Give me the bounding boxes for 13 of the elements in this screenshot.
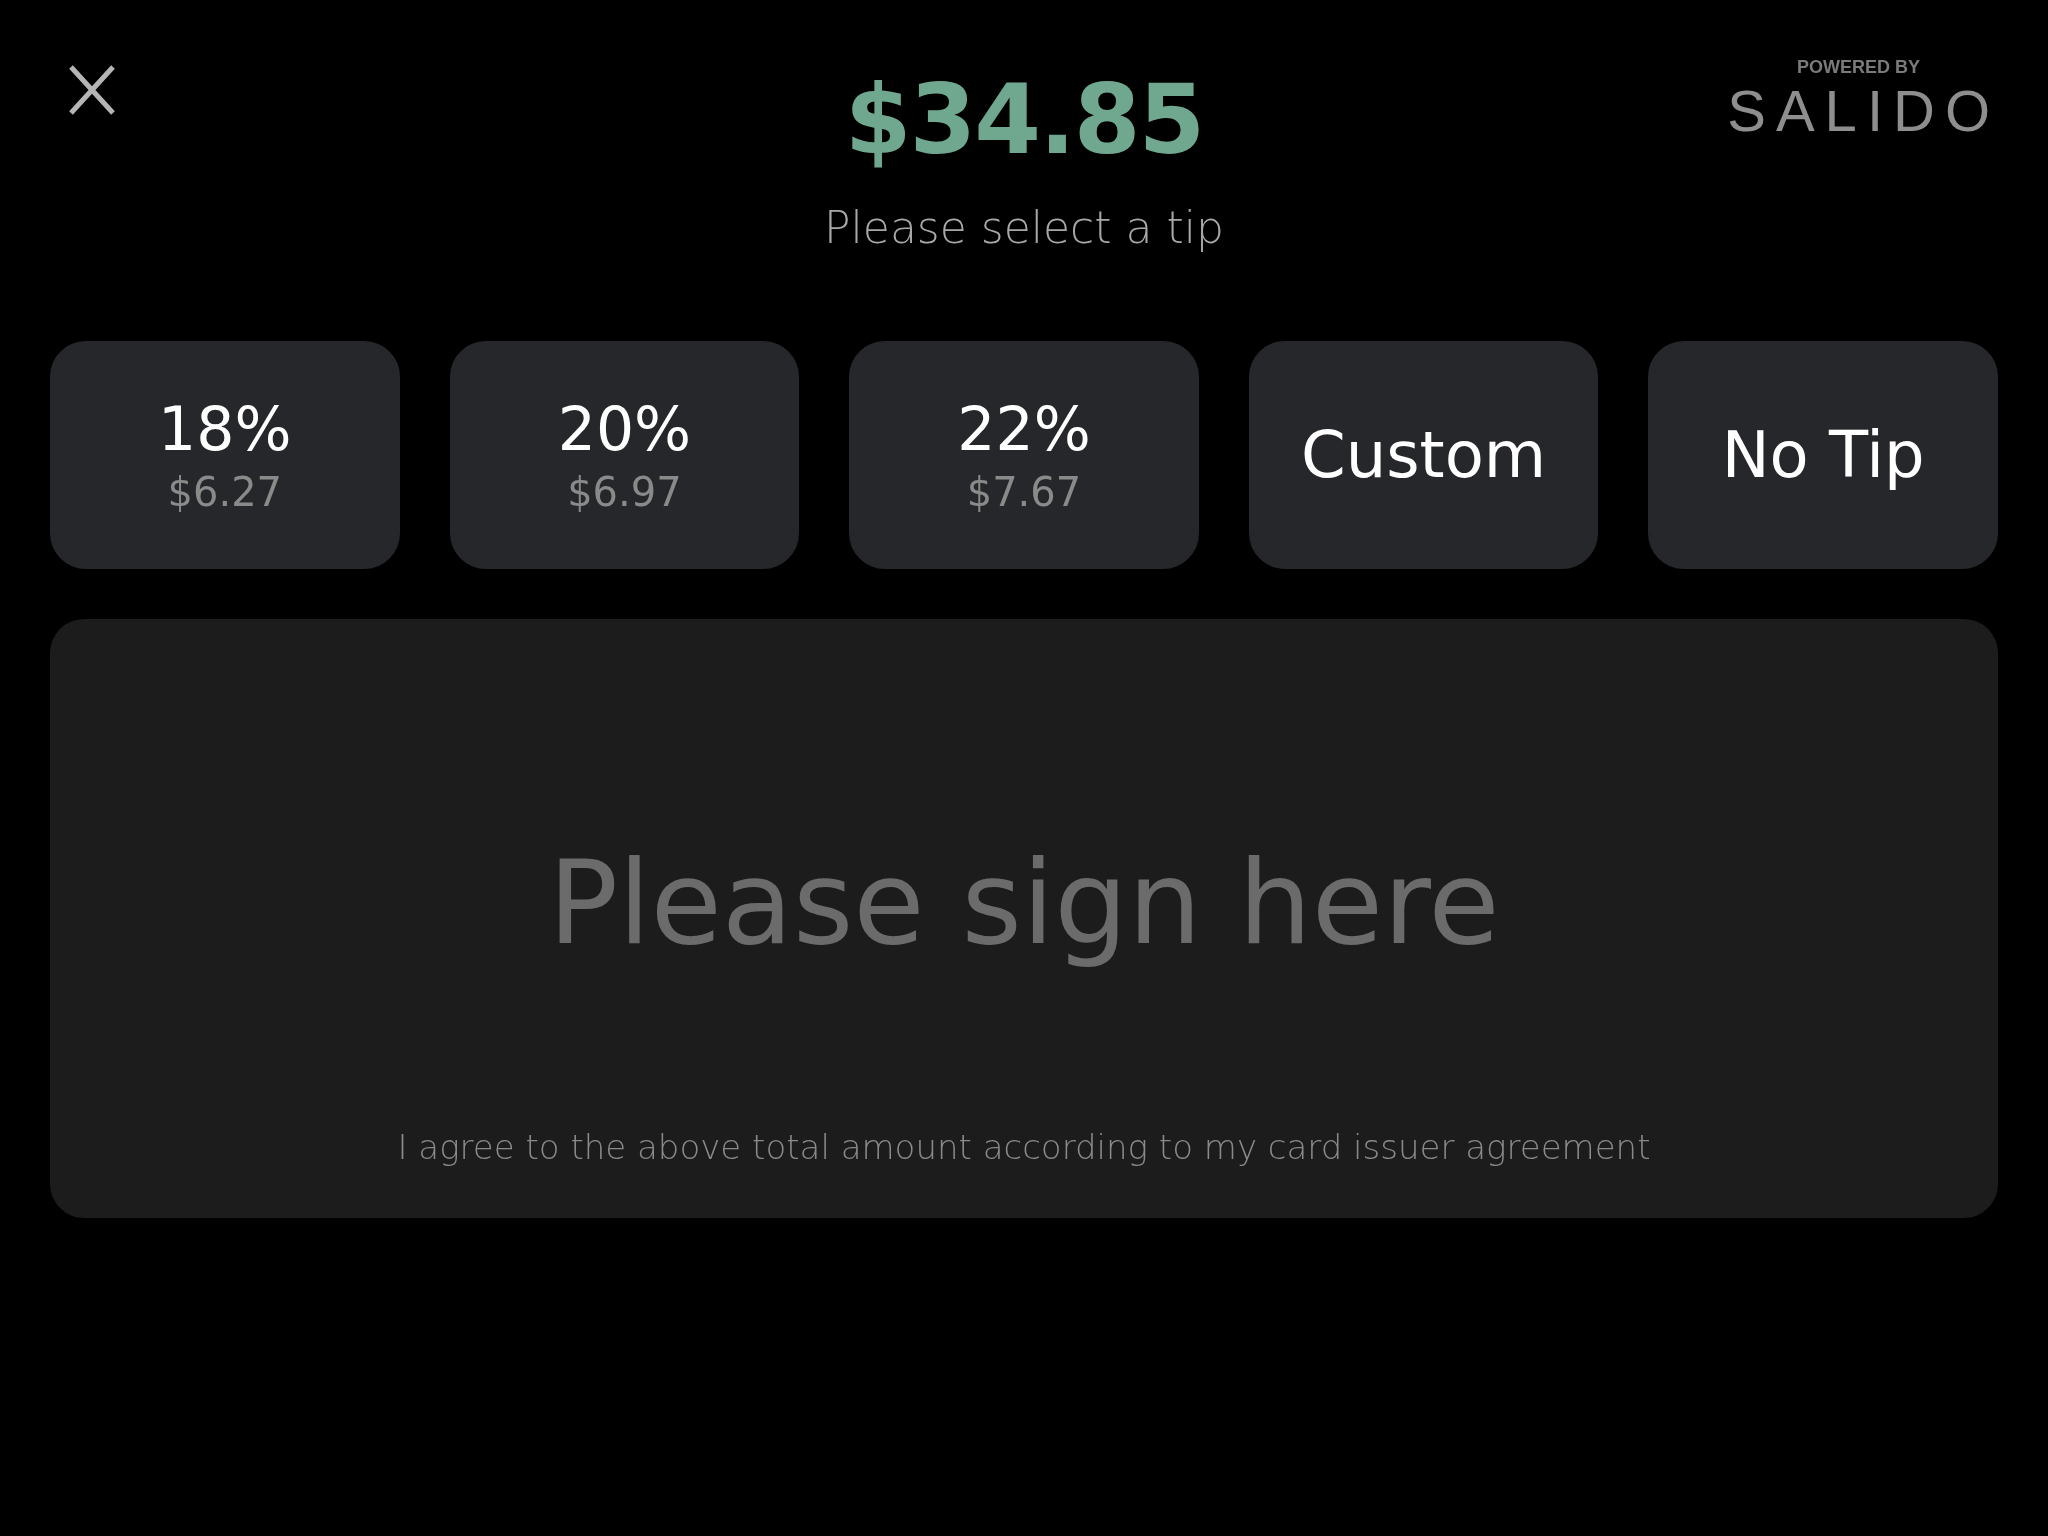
- close-icon: [68, 64, 116, 116]
- tip-option[interactable]: Custom: [1248, 341, 1599, 569]
- tip-option[interactable]: 20% $6.97: [449, 341, 800, 569]
- signature-placeholder: Please sign here: [548, 839, 1500, 967]
- brand-logo: SALIDO: [1727, 82, 2000, 140]
- powered-by-caption: POWERED BY: [1797, 58, 1921, 76]
- tip-option[interactable]: 18% $6.27: [50, 341, 400, 569]
- tip-prompt: Please select a tip: [824, 204, 1224, 253]
- signature-pad[interactable]: Please sign here I agree to the above total amount according to my card issuer agreement: [50, 619, 1998, 1218]
- total-amount: $34.85: [844, 72, 1204, 168]
- tip-option[interactable]: 22% $7.67: [849, 341, 1199, 569]
- agreement-text: I agree to the above total amount according to my card issuer agreement: [397, 1126, 1651, 1167]
- tip-option[interactable]: No Tip: [1648, 341, 1998, 569]
